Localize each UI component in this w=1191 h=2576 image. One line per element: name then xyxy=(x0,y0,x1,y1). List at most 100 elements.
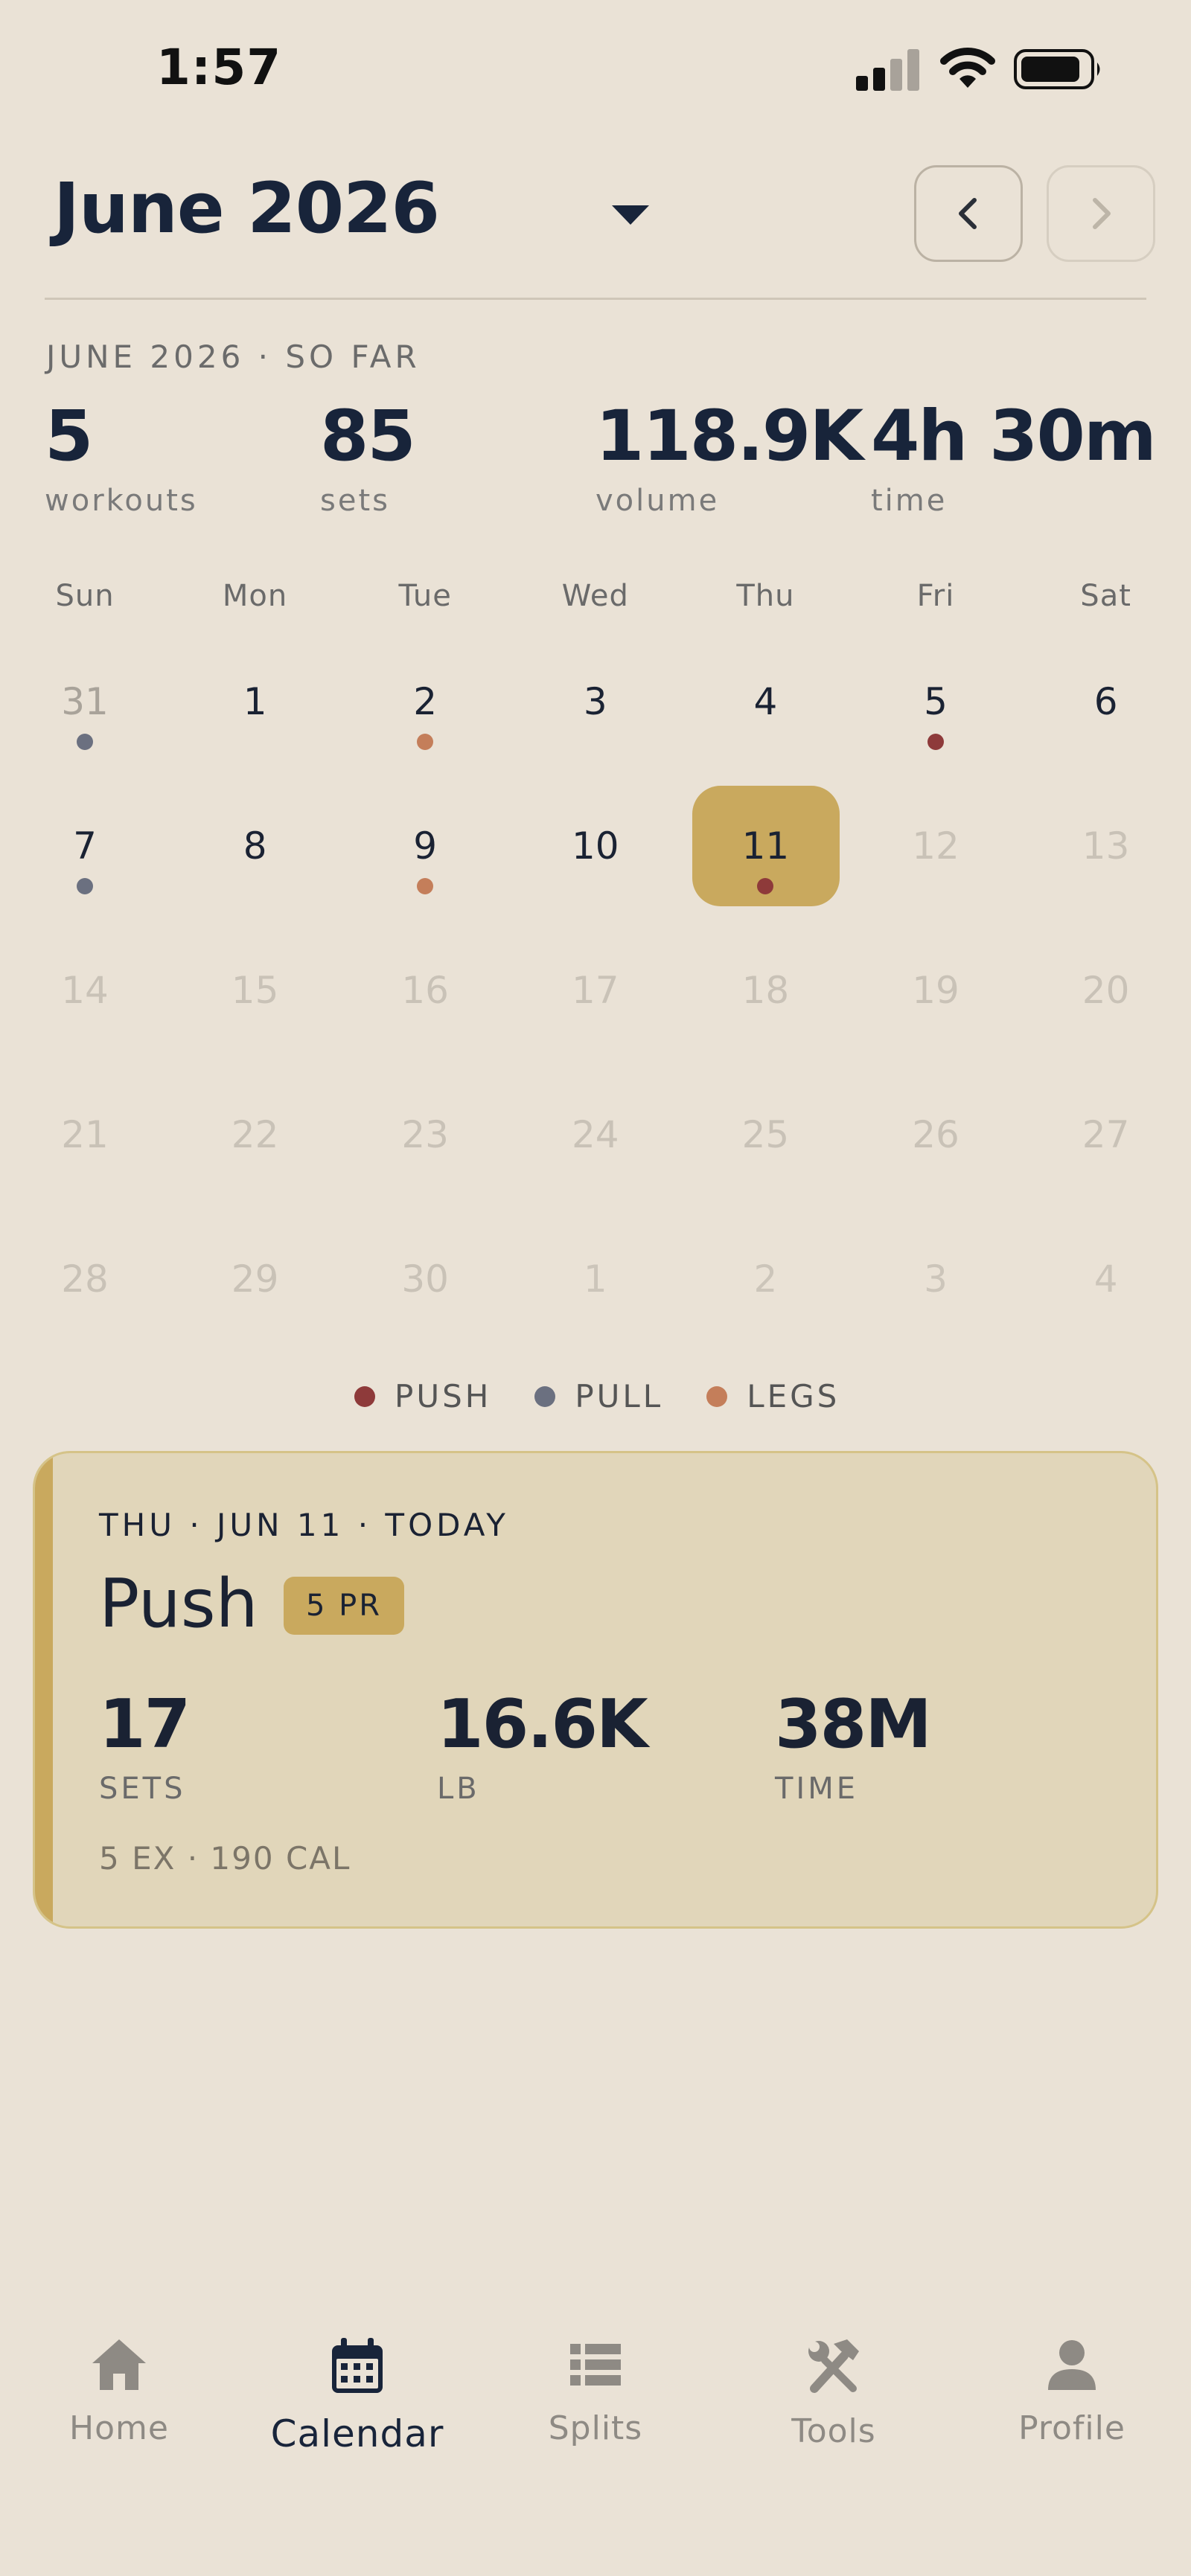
calendar-day-today[interactable]: 11 xyxy=(680,807,850,951)
summary-label: JUNE 2026 · SO FAR xyxy=(46,339,421,375)
day-number: 19 xyxy=(912,969,959,1012)
stat-label: workouts xyxy=(45,484,198,518)
pr-badge: 5 PR xyxy=(284,1577,405,1635)
next-month-button[interactable] xyxy=(1047,165,1155,262)
day-number: 15 xyxy=(231,969,279,1012)
today-workout-card[interactable]: THU · JUN 11 · TODAY Push 5 PR 17 SETS 1… xyxy=(33,1451,1158,1929)
card-stat-value: 38M xyxy=(775,1685,932,1763)
day-number: 30 xyxy=(401,1257,449,1301)
card-stat-time: 38M TIME xyxy=(775,1685,932,1807)
calendar-day[interactable]: 20 xyxy=(1021,951,1191,1095)
status-bar: 1:57 xyxy=(0,0,1191,141)
card-stat-value: 17 xyxy=(99,1685,191,1763)
battery-icon xyxy=(1014,49,1100,89)
day-number: 8 xyxy=(243,824,267,868)
calendar-day[interactable]: 6 xyxy=(1021,662,1191,807)
day-number: 21 xyxy=(61,1113,109,1156)
workout-legend: PUSH PULL LEGS xyxy=(354,1378,883,1414)
tab-tools[interactable]: Tools xyxy=(715,2307,953,2450)
calendar-day[interactable]: 4 xyxy=(680,662,850,807)
previous-month-button[interactable] xyxy=(914,165,1023,262)
tab-label: Tools xyxy=(791,2412,876,2450)
card-stat-label: LB xyxy=(437,1772,480,1806)
day-number: 12 xyxy=(912,824,959,868)
signal-icon xyxy=(856,49,919,91)
card-stat-volume: 16.6K LB xyxy=(437,1685,648,1807)
card-stat-sets: 17 SETS xyxy=(99,1685,191,1807)
calendar-day[interactable]: 27 xyxy=(1021,1095,1191,1240)
calendar-day[interactable]: 22 xyxy=(170,1095,340,1240)
calendar-day[interactable]: 18 xyxy=(680,951,850,1095)
calendar-day[interactable]: 17 xyxy=(511,951,680,1095)
chevron-right-icon xyxy=(1093,198,1111,229)
calendar-day[interactable]: 14 xyxy=(0,951,170,1095)
weekday-label: Tue xyxy=(398,579,452,613)
stat-workouts: 5 workouts xyxy=(45,396,198,519)
day-number: 2 xyxy=(753,1257,778,1301)
calendar-day[interactable]: 9 xyxy=(340,807,510,951)
month-selector[interactable]: June 2026 xyxy=(54,168,440,249)
day-number: 3 xyxy=(924,1257,948,1301)
day-number: 27 xyxy=(1082,1113,1130,1156)
stat-value: 118.9K xyxy=(596,396,863,477)
calendar-icon xyxy=(332,2338,383,2393)
calendar-day[interactable]: 30 xyxy=(340,1240,510,1384)
weekday-label: Thu xyxy=(736,579,795,613)
day-number: 20 xyxy=(1082,969,1130,1012)
day-number: 9 xyxy=(413,824,438,868)
calendar-day[interactable]: 25 xyxy=(680,1095,850,1240)
legend-label: LEGS xyxy=(747,1378,840,1414)
weekday-label: Fri xyxy=(916,579,955,613)
calendar-day[interactable]: 8 xyxy=(170,807,340,951)
tab-calendar[interactable]: Calendar xyxy=(238,2307,476,2455)
calendar-day[interactable]: 16 xyxy=(340,951,510,1095)
calendar-day[interactable]: 4 xyxy=(1021,1240,1191,1384)
calendar-day[interactable]: 2 xyxy=(340,662,510,807)
calendar-day[interactable]: 21 xyxy=(0,1095,170,1240)
day-number: 1 xyxy=(243,680,267,723)
calendar-day[interactable]: 31 xyxy=(0,662,170,807)
calendar-day[interactable]: 15 xyxy=(170,951,340,1095)
calendar-day[interactable]: 12 xyxy=(851,807,1021,951)
workout-dot-push xyxy=(927,734,944,750)
day-number: 24 xyxy=(571,1113,619,1156)
card-stat-label: SETS xyxy=(99,1772,186,1806)
calendar-day[interactable]: 1 xyxy=(170,662,340,807)
card-stat-value: 16.6K xyxy=(437,1685,648,1763)
calendar-day[interactable]: 28 xyxy=(0,1240,170,1384)
legend-dot xyxy=(534,1385,556,1407)
tab-label: Calendar xyxy=(270,2412,444,2455)
day-number: 1 xyxy=(583,1257,607,1301)
calendar-day[interactable]: 3 xyxy=(851,1240,1021,1384)
calendar-day[interactable]: 1 xyxy=(511,1240,680,1384)
legend-label: PULL xyxy=(575,1378,664,1414)
tab-splits[interactable]: Splits xyxy=(476,2307,715,2447)
calendar-day[interactable]: 26 xyxy=(851,1095,1021,1240)
calendar-day[interactable]: 13 xyxy=(1021,807,1191,951)
calendar-day[interactable]: 29 xyxy=(170,1240,340,1384)
day-number: 4 xyxy=(753,680,778,723)
calendar-day[interactable]: 23 xyxy=(340,1095,510,1240)
weekday-label: Sun xyxy=(55,579,115,613)
workout-dot-pull xyxy=(77,734,93,750)
calendar-day[interactable]: 19 xyxy=(851,951,1021,1095)
calendar-day[interactable]: 5 xyxy=(851,662,1021,807)
tab-profile[interactable]: Profile xyxy=(953,2307,1191,2447)
calendar-day[interactable]: 3 xyxy=(511,662,680,807)
calendar-day[interactable]: 24 xyxy=(511,1095,680,1240)
tools-icon xyxy=(808,2339,859,2393)
calendar-day[interactable]: 2 xyxy=(680,1240,850,1384)
person-icon xyxy=(1048,2340,1096,2390)
chevron-down-icon[interactable] xyxy=(612,205,649,225)
stat-value: 5 xyxy=(45,396,93,477)
day-number: 14 xyxy=(61,969,109,1012)
day-number: 11 xyxy=(741,824,790,868)
calendar-day[interactable]: 10 xyxy=(511,807,680,951)
day-number: 4 xyxy=(1093,1257,1118,1301)
stat-label: time xyxy=(871,484,948,518)
stat-time: 4h 30m time xyxy=(871,402,1157,519)
day-number: 13 xyxy=(1082,824,1130,868)
wifi-icon xyxy=(940,48,995,88)
tab-home[interactable]: Home xyxy=(0,2307,238,2447)
calendar-day[interactable]: 7 xyxy=(0,807,170,951)
